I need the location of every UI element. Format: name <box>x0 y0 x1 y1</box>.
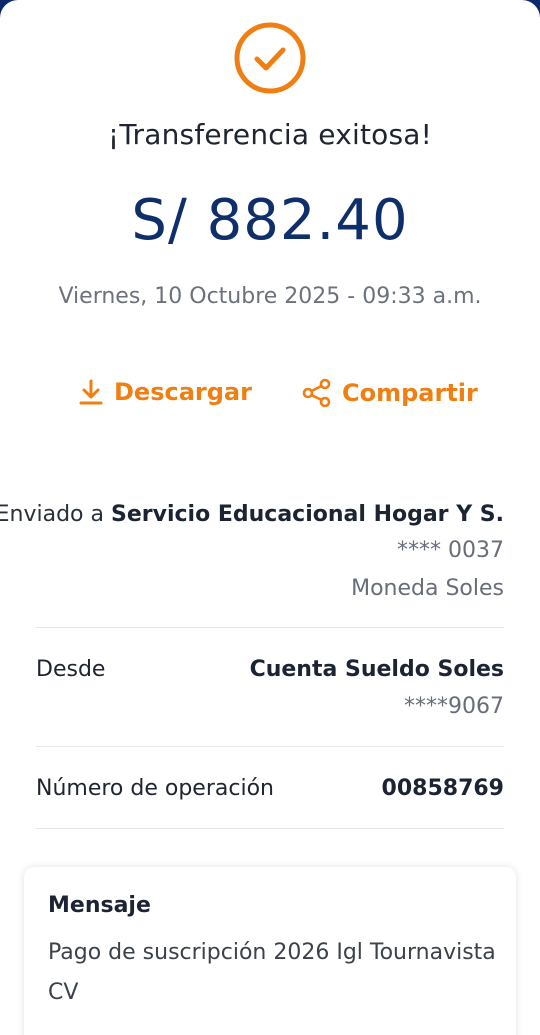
sent-to-line: Enviado a Servicio Educacional Hogar Y S… <box>0 502 504 527</box>
message-body: Pago de suscripción 2026 Igl Tournavista… <box>48 940 496 1005</box>
divider <box>36 828 504 829</box>
from-account-number: ****9067 <box>404 694 504 719</box>
download-icon <box>78 378 114 406</box>
check-circle-icon <box>234 22 306 94</box>
share-label: Compartir <box>342 379 478 407</box>
message-card: Mensaje Pago de suscripción 2026 Igl Tou… <box>24 867 516 1035</box>
success-title: ¡Transferencia exitosa! <box>107 118 433 151</box>
operation-label: Número de operación <box>36 776 274 801</box>
recipient-currency: Moneda Soles <box>351 576 504 601</box>
message-title: Mensaje <box>48 893 151 918</box>
transfer-datetime: Viernes, 10 Octubre 2025 - 09:33 a.m. <box>58 284 482 309</box>
share-button[interactable]: Compartir <box>302 378 478 408</box>
operation-number: 00858769 <box>381 776 504 801</box>
sent-to-prefix: Enviado a <box>0 502 111 527</box>
share-icon <box>302 378 342 408</box>
divider <box>36 746 504 747</box>
recipient-account: **** 0037 <box>397 538 504 563</box>
transfer-receipt-card: ¡Transferencia exitosa! S/ 882.40 Vierne… <box>0 0 540 1035</box>
download-label: Descargar <box>114 378 252 406</box>
download-button[interactable]: Descargar <box>78 378 252 406</box>
divider <box>36 627 504 628</box>
recipient-name: Servicio Educacional Hogar Y S. <box>110 502 504 527</box>
transfer-amount: S/ 882.40 <box>131 188 409 253</box>
from-label: Desde <box>36 657 106 682</box>
from-account-name: Cuenta Sueldo Soles <box>249 657 504 682</box>
